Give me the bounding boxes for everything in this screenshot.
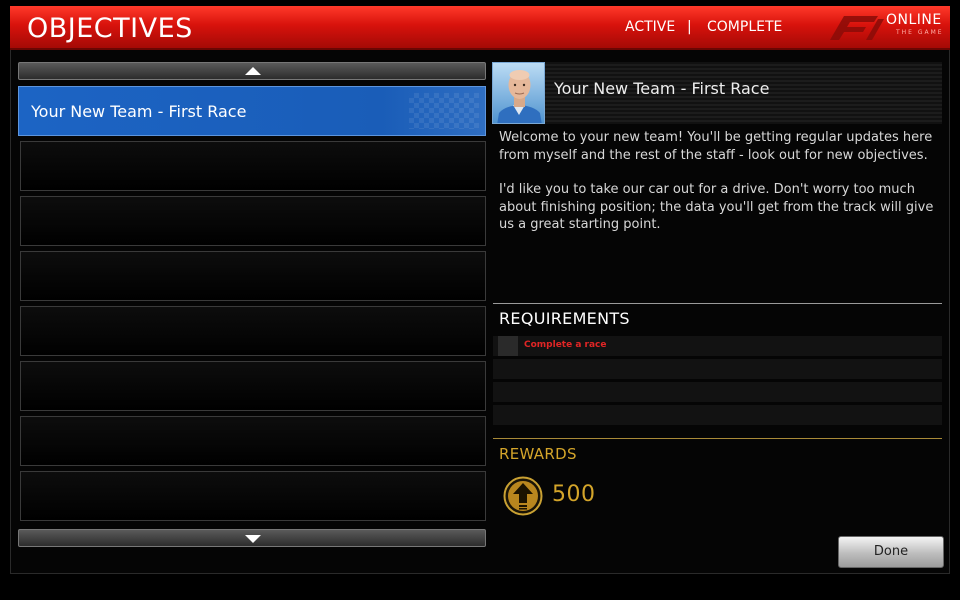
objective-item[interactable]	[20, 251, 486, 301]
rewards-divider	[493, 438, 942, 439]
reward-value: 500	[552, 482, 596, 507]
tab-complete[interactable]: COMPLETE	[707, 19, 782, 35]
header-bar: OBJECTIVES ACTIVE | COMPLETE ONLINE THE …	[10, 6, 950, 50]
upgrade-arrow-icon	[503, 476, 543, 516]
scroll-up-button[interactable]	[18, 62, 486, 80]
scroll-down-button[interactable]	[18, 529, 486, 547]
page-title: OBJECTIVES	[27, 13, 193, 44]
requirements-heading: REQUIREMENTS	[499, 309, 630, 328]
requirement-checkbox-icon	[498, 336, 518, 356]
objective-item-selected[interactable]: Your New Team - First Race	[18, 86, 486, 136]
objective-item[interactable]	[20, 361, 486, 411]
objective-item[interactable]	[20, 141, 486, 191]
logo-online-text: ONLINE	[886, 12, 942, 28]
tab-separator: |	[687, 19, 692, 35]
tab-active[interactable]: ACTIVE	[625, 19, 675, 35]
requirement-row	[493, 359, 942, 379]
objective-message: Welcome to your new team! You'll be gett…	[499, 129, 941, 234]
f1-logo-icon	[830, 16, 884, 40]
objective-item[interactable]	[20, 416, 486, 466]
message-paragraph: Welcome to your new team! You'll be gett…	[499, 130, 933, 163]
requirement-row	[493, 382, 942, 402]
done-button[interactable]: Done	[838, 536, 944, 568]
objective-item[interactable]	[20, 306, 486, 356]
objective-item[interactable]	[20, 196, 486, 246]
team-manager-avatar	[492, 62, 545, 124]
message-paragraph: I'd like you to take our car out for a d…	[499, 182, 934, 232]
chevron-down-icon	[245, 535, 261, 543]
requirement-row: Complete a race	[493, 336, 942, 356]
rewards-heading: REWARDS	[499, 445, 577, 463]
logo-sub-text: THE GAME	[896, 29, 944, 36]
detail-header: Your New Team - First Race	[492, 62, 942, 124]
objective-detail-title: Your New Team - First Race	[554, 79, 770, 98]
person-portrait-icon	[497, 70, 542, 123]
requirement-text: Complete a race	[524, 340, 607, 350]
requirement-row	[493, 405, 942, 425]
objective-item[interactable]	[20, 471, 486, 521]
chevron-up-icon	[245, 67, 261, 75]
f1-online-logo: ONLINE THE GAME	[818, 10, 948, 46]
requirements-divider	[493, 303, 942, 304]
objective-label: Your New Team - First Race	[31, 102, 247, 121]
